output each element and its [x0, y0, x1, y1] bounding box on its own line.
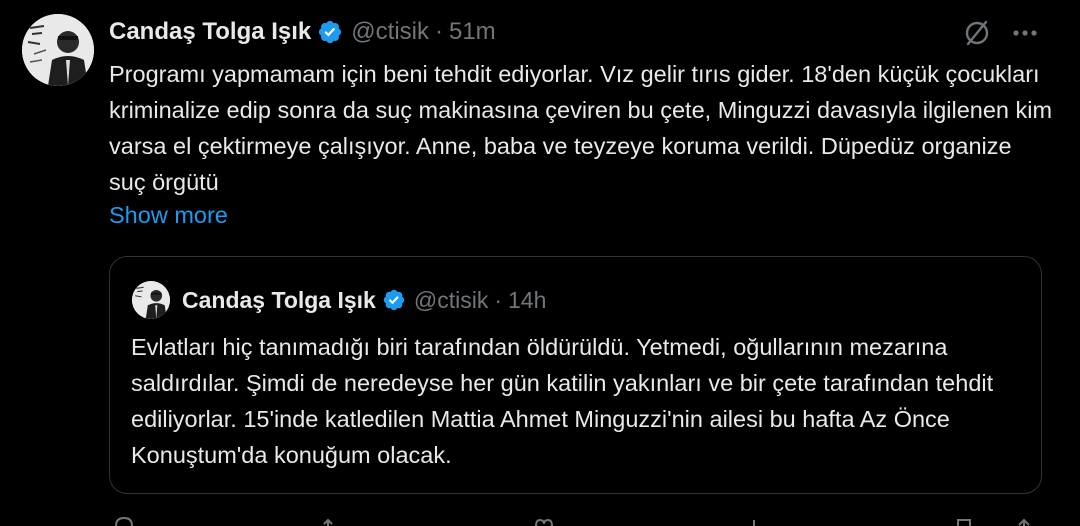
quoted-author-handle[interactable]: @ctisik: [414, 287, 488, 314]
verified-badge-icon[interactable]: [382, 288, 406, 312]
quoted-author-avatar[interactable]: [132, 281, 170, 319]
header-separator: ·: [434, 18, 443, 45]
quoted-header-separator: ·: [494, 286, 502, 313]
author-handle[interactable]: @ctisik: [351, 18, 429, 46]
share-icon[interactable]: [1012, 516, 1036, 526]
quoted-tweet[interactable]: Candaş Tolga Işık @ctisik · 14h Evlatlar…: [109, 256, 1042, 494]
quoted-tweet-text: Evlatları hiç tanımadığı biri tarafından…: [131, 334, 994, 468]
tweet-timestamp[interactable]: 51m: [449, 18, 496, 46]
like-icon[interactable]: [532, 516, 556, 526]
quoted-avatar-image: [132, 281, 170, 319]
avatar-image: [22, 14, 94, 86]
reply-icon[interactable]: [112, 516, 136, 526]
author-avatar[interactable]: [22, 14, 94, 86]
grok-icon[interactable]: [962, 18, 992, 48]
quoted-tweet-timestamp[interactable]: 14h: [508, 287, 546, 314]
views-icon[interactable]: [742, 516, 766, 526]
retweet-icon[interactable]: [322, 516, 346, 526]
show-more-link[interactable]: Show more: [109, 198, 228, 232]
tweet-text: Programı yapmamam için beni tehdit ediyo…: [109, 61, 1053, 195]
tweet: Candaş Tolga Işık @ctisik · 51m Programı…: [0, 0, 1080, 526]
action-bar: [100, 516, 1040, 526]
bookmark-icon[interactable]: [952, 516, 976, 526]
verified-badge-icon[interactable]: [317, 19, 343, 45]
more-options-icon[interactable]: [1010, 18, 1040, 48]
quoted-tweet-header: Candaş Tolga Işık @ctisik · 14h: [182, 283, 546, 317]
author-name[interactable]: Candaş Tolga Işık: [109, 18, 311, 46]
quoted-author-name[interactable]: Candaş Tolga Işık: [182, 287, 376, 314]
tweet-header: Candaş Tolga Işık @ctisik · 51m: [109, 14, 496, 50]
